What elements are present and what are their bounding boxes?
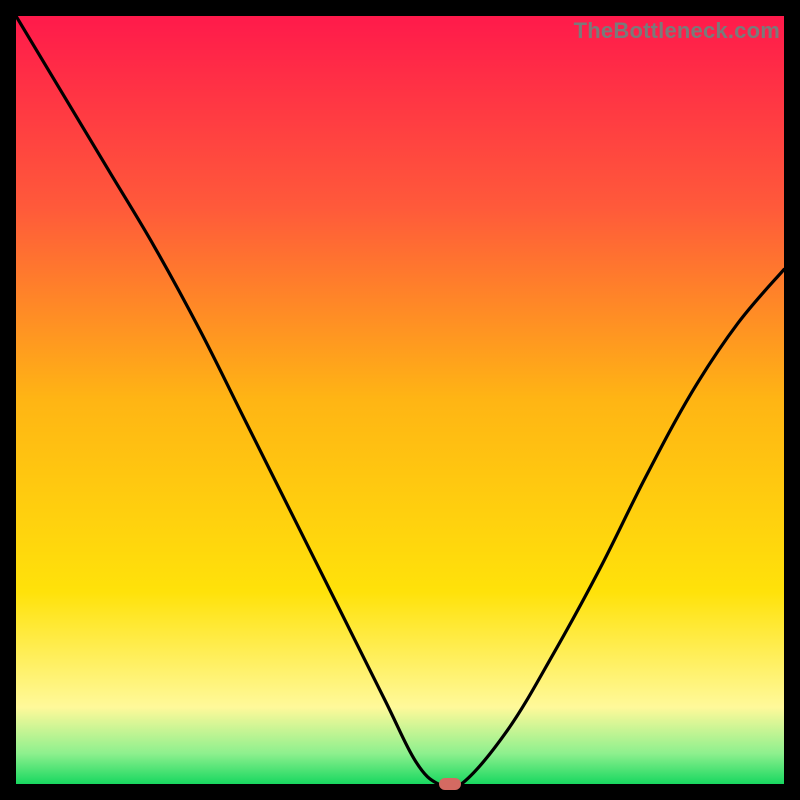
- optimum-marker: [439, 778, 461, 790]
- plot-area: TheBottleneck.com: [16, 16, 784, 784]
- bottleneck-curve: [16, 16, 784, 784]
- watermark-label: TheBottleneck.com: [574, 18, 780, 44]
- chart-stage: TheBottleneck.com: [0, 0, 800, 800]
